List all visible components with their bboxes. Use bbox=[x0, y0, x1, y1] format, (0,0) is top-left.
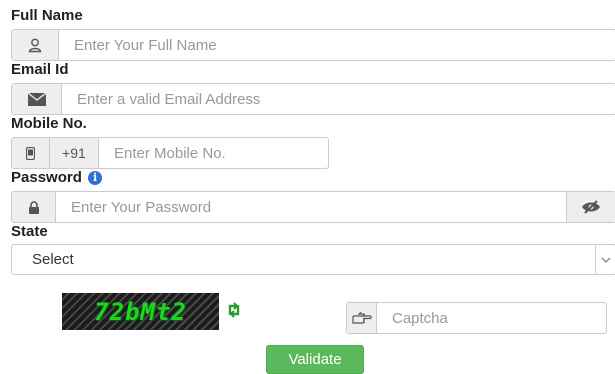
email-group bbox=[11, 83, 615, 115]
full-name-input[interactable] bbox=[59, 30, 615, 60]
mobile-input[interactable] bbox=[99, 138, 328, 168]
mobile-label: Mobile No. bbox=[11, 115, 87, 132]
eye-slash-icon[interactable] bbox=[566, 192, 615, 222]
user-icon bbox=[12, 30, 59, 60]
email-label: Email Id bbox=[11, 61, 69, 78]
captcha-text: 72bMt2 bbox=[94, 297, 187, 326]
state-selected-value: Select bbox=[32, 251, 74, 268]
hand-point-right-icon bbox=[347, 303, 377, 333]
password-group bbox=[11, 191, 615, 223]
password-input[interactable] bbox=[56, 192, 566, 222]
password-label: Password i bbox=[11, 169, 103, 186]
mobile-group: +91 bbox=[11, 137, 329, 169]
password-label-text: Password bbox=[11, 169, 82, 186]
full-name-group bbox=[11, 29, 615, 61]
country-code: +91 bbox=[49, 138, 99, 168]
email-input[interactable] bbox=[62, 84, 615, 114]
envelope-icon bbox=[12, 84, 62, 114]
validate-button[interactable]: Validate bbox=[266, 345, 364, 374]
info-icon[interactable]: i bbox=[88, 170, 103, 185]
captcha-input[interactable] bbox=[377, 303, 606, 333]
captcha-group bbox=[346, 302, 607, 334]
mobile-phone-icon bbox=[12, 138, 50, 168]
state-label: State bbox=[11, 223, 48, 240]
chevron-down-icon bbox=[595, 245, 615, 274]
state-select[interactable]: Select bbox=[11, 244, 615, 275]
captcha-image: 72bMt2 bbox=[62, 293, 219, 330]
full-name-label: Full Name bbox=[11, 7, 83, 24]
refresh-icon[interactable] bbox=[225, 301, 243, 321]
lock-icon bbox=[12, 192, 56, 222]
